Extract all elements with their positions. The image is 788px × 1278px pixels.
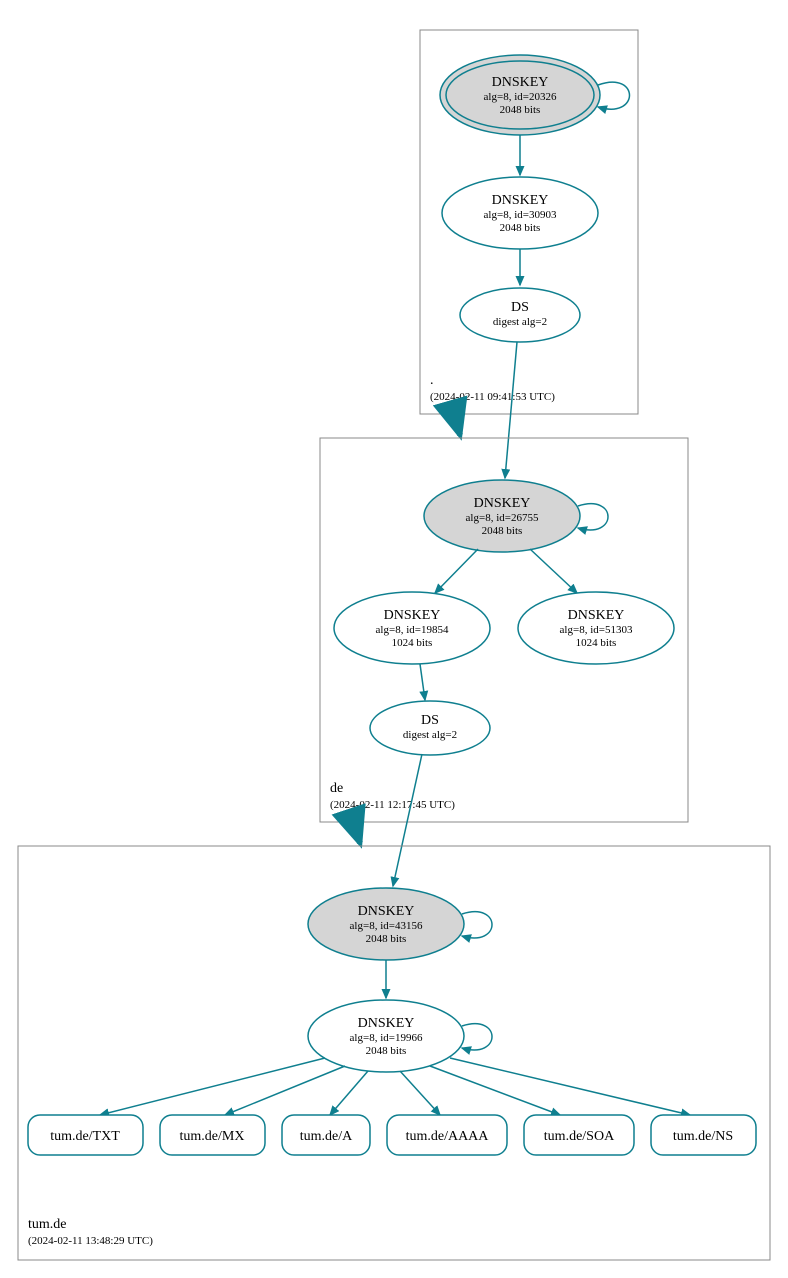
root-ksk-selfloop [598,82,630,109]
tumde-zsk-line2: alg=8, id=19966 [350,1032,423,1044]
de-ksk-selfloop [578,504,608,530]
de-zsk2-line3: 1024 bits [576,637,617,649]
edge-deksk-zsk2 [530,549,577,593]
tumde-ksk-selfloop [462,912,492,938]
tumde-ksk-title: DNSKEY [358,904,415,919]
rr-mx-label: tum.de/MX [180,1129,245,1144]
edge-zsk-mx [225,1066,345,1115]
tumde-zone-name: tum.de [28,1217,67,1232]
edge-rootds-deksk [505,342,517,478]
root-zsk-node: DNSKEY alg=8, id=30903 2048 bits [442,177,598,249]
de-ds-node: DS digest alg=2 [370,701,490,755]
tumde-ksk-line3: 2048 bits [366,933,407,945]
rr-aaaa-label: tum.de/AAAA [406,1129,490,1144]
rr-ns-label: tum.de/NS [673,1129,733,1144]
de-ksk-title: DNSKEY [474,496,531,511]
edge-rootbox-debox [454,414,460,435]
tumde-zsk-node: DNSKEY alg=8, id=19966 2048 bits [308,1000,464,1072]
rr-aaaa-node: tum.de/AAAA [387,1115,507,1155]
root-ksk-line2: alg=8, id=20326 [484,91,557,103]
root-ds-node: DS digest alg=2 [460,288,580,342]
rr-txt-label: tum.de/TXT [50,1129,120,1144]
root-zone-name: . [430,373,434,388]
rr-a-label: tum.de/A [300,1129,353,1144]
root-zone-timestamp: (2024-02-11 09:41:53 UTC) [430,391,555,403]
root-ksk-node: DNSKEY alg=8, id=20326 2048 bits [440,55,600,135]
root-zsk-line3: 2048 bits [500,222,541,234]
root-zsk-line2: alg=8, id=30903 [484,209,557,221]
tumde-zsk-title: DNSKEY [358,1016,415,1031]
tumde-zone-group: tum.de (2024-02-11 13:48:29 UTC) DNSKEY … [18,846,770,1260]
root-zone-group: . (2024-02-11 09:41:53 UTC) DNSKEY alg=8… [420,30,638,414]
de-zsk2-line2: alg=8, id=51303 [560,624,633,636]
de-zsk1-line2: alg=8, id=19854 [376,624,449,636]
de-zsk1-title: DNSKEY [384,608,441,623]
root-ds-line2: digest alg=2 [493,316,547,328]
edge-dezsk1-ds [420,664,425,700]
de-ds-title: DS [421,713,439,728]
edge-zsk-aaaa [400,1071,440,1115]
de-ksk-node: DNSKEY alg=8, id=26755 2048 bits [424,480,580,552]
edge-zsk-a [330,1071,368,1115]
rr-ns-node: tum.de/NS [651,1115,756,1155]
tumde-zone-timestamp: (2024-02-11 13:48:29 UTC) [28,1235,153,1247]
root-ds-title: DS [511,300,529,315]
de-ksk-line2: alg=8, id=26755 [466,512,539,524]
de-zsk1-line3: 1024 bits [392,637,433,649]
de-zone-timestamp: (2024-02-11 12:17:45 UTC) [330,799,455,811]
de-zsk2-node: DNSKEY alg=8, id=51303 1024 bits [518,592,674,664]
de-zsk2-title: DNSKEY [568,608,625,623]
root-zsk-title: DNSKEY [492,193,549,208]
de-ksk-line3: 2048 bits [482,525,523,537]
de-ds-line2: digest alg=2 [403,729,457,741]
edge-deds-tumksk [393,754,422,886]
de-zone-group: de (2024-02-11 12:17:45 UTC) DNSKEY alg=… [320,438,688,822]
tumde-zsk-line3: 2048 bits [366,1045,407,1057]
rr-mx-node: tum.de/MX [160,1115,265,1155]
root-ksk-title: DNSKEY [492,75,549,90]
tumde-ksk-node: DNSKEY alg=8, id=43156 2048 bits [308,888,464,960]
de-zone-name: de [330,781,343,796]
rr-txt-node: tum.de/TXT [28,1115,143,1155]
tumde-ksk-line2: alg=8, id=43156 [350,920,423,932]
edge-zsk-soa [430,1066,560,1115]
root-ksk-line3: 2048 bits [500,104,541,116]
edge-zsk-txt [100,1058,325,1115]
edge-debox-tumbox [353,822,360,843]
rr-soa-label: tum.de/SOA [544,1129,615,1144]
rr-soa-node: tum.de/SOA [524,1115,634,1155]
edge-deksk-zsk1 [435,549,478,593]
tumde-zsk-selfloop [462,1024,492,1050]
rr-a-node: tum.de/A [282,1115,370,1155]
de-zsk1-node: DNSKEY alg=8, id=19854 1024 bits [334,592,490,664]
